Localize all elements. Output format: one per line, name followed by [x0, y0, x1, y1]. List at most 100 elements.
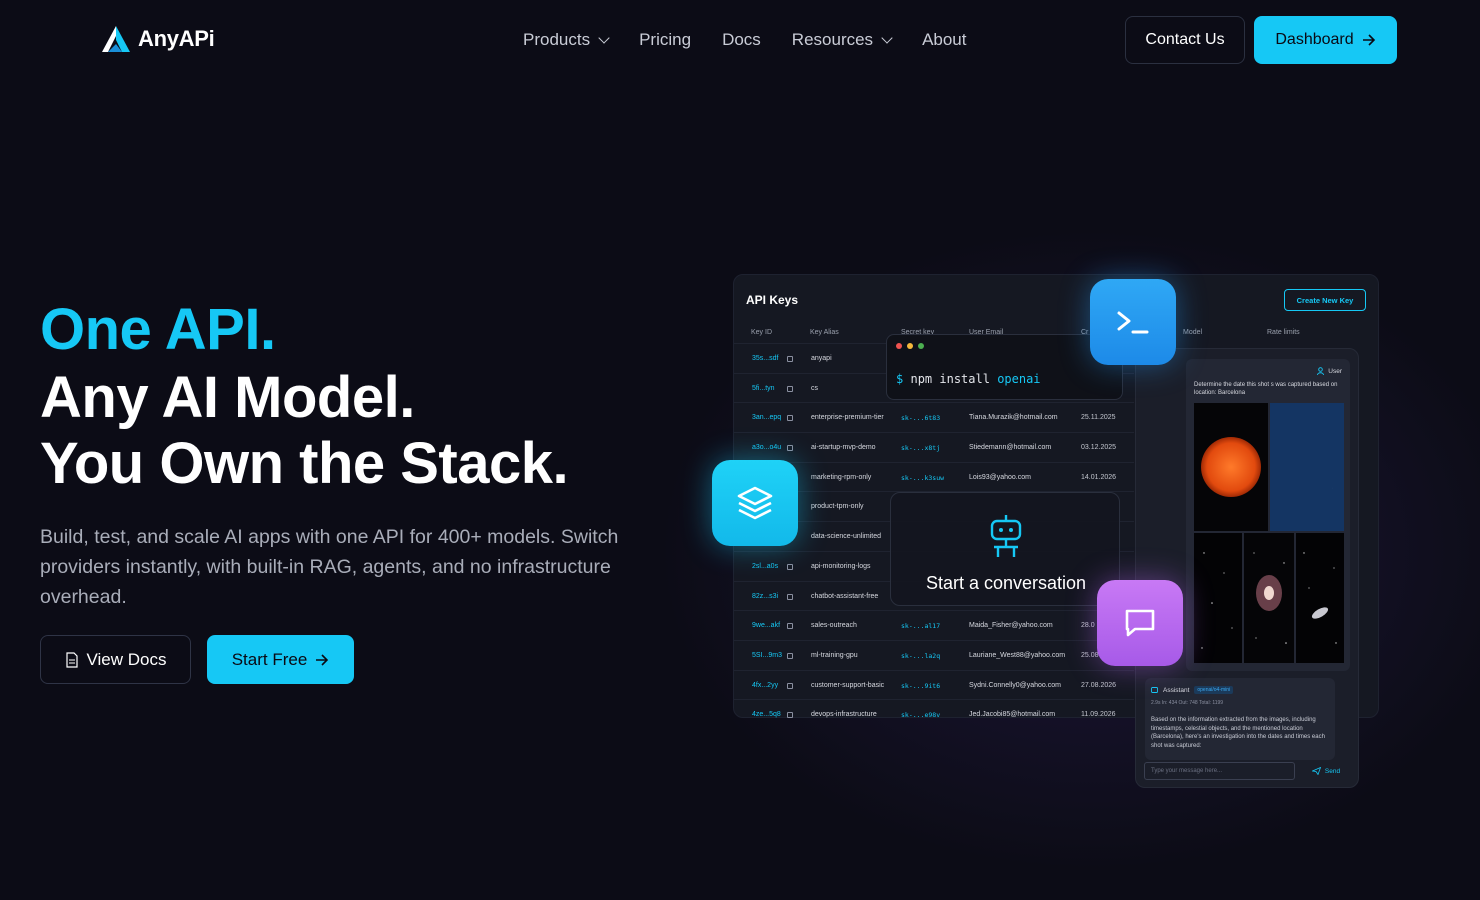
- key-alias-cell: chatbot-assistant-free: [811, 592, 879, 600]
- key-alias-cell: enterprise-premium-tier: [811, 414, 884, 422]
- col-model: Model: [1183, 329, 1203, 336]
- layers-icon: [737, 486, 773, 520]
- hero-headline-line-1: One API.: [40, 297, 276, 362]
- terminal-package: openai: [997, 372, 1041, 386]
- nav-resources[interactable]: Resources: [791, 30, 893, 50]
- nav-docs-label: Docs: [722, 30, 761, 49]
- contact-us-label: Contact Us: [1145, 31, 1225, 48]
- table-row[interactable]: 4ze...5q8 devops-infrastructure sk-...e98v…: [734, 699, 1134, 729]
- minimize-dot-icon: [907, 343, 913, 349]
- start-free-label: Start Free: [231, 649, 308, 669]
- nav-products-label: Products: [523, 30, 591, 49]
- logo-icon: [102, 26, 130, 52]
- create-new-key-button[interactable]: Create New Key: [1284, 289, 1366, 311]
- copy-icon[interactable]: [787, 563, 793, 570]
- sun-image: [1201, 437, 1261, 497]
- table-row[interactable]: 3an...epq enterprise-premium-tier sk-...6t…: [734, 402, 1134, 432]
- message-icon: [1125, 609, 1155, 637]
- table-row[interactable]: 9we...akf sales-outreach sk-...al17 Maida_F…: [734, 610, 1134, 640]
- user-icon: [1317, 367, 1325, 375]
- start-free-button[interactable]: Start Free: [207, 635, 354, 684]
- key-id-cell: a3o...o4u: [752, 444, 782, 452]
- assistant-stats: 2.9s In: 434 Out: 748 Total: 1199: [1151, 700, 1224, 706]
- view-docs-button[interactable]: View Docs: [40, 635, 191, 684]
- copy-icon[interactable]: [787, 652, 793, 659]
- col-key-alias: Key Alias: [810, 329, 839, 336]
- key-alias-cell: devops-infrastructure: [811, 711, 877, 719]
- terminal-prompt: $: [896, 372, 904, 386]
- key-id-cell: 5fi...tyn: [752, 384, 775, 392]
- copy-icon[interactable]: [787, 712, 793, 719]
- terminal-tile: [1090, 279, 1176, 365]
- assistant-label: Assistant: [1163, 686, 1190, 694]
- robot-icon: [990, 515, 1022, 557]
- main-menu: Products Pricing Docs Resources About: [523, 30, 998, 50]
- user-email-cell: Stiedemann@hotmail.com: [969, 444, 1052, 452]
- bot-icon: [1151, 687, 1158, 693]
- created-date-cell: 11.09.2026: [1081, 711, 1116, 719]
- start-conversation-label: Start a conversation: [925, 573, 1087, 593]
- user-email-cell: Sydni.Connelly0@yahoo.com: [969, 681, 1061, 689]
- key-id-cell: 4ze...5q8: [752, 711, 781, 719]
- key-alias-cell: product-tpm-only: [811, 503, 864, 511]
- copy-icon[interactable]: [787, 415, 793, 422]
- table-row[interactable]: a3o...o4u ai-startup-mvp-demo sk-...x8tj St…: [734, 432, 1134, 462]
- key-alias-cell: cs: [811, 384, 818, 392]
- terminal-card: $ npm install openai: [886, 334, 1123, 400]
- hero-subtitle: Build, test, and scale AI apps with one …: [40, 526, 619, 608]
- nav-resources-label: Resources: [791, 30, 874, 49]
- created-date-cell: 14.01.2026: [1081, 473, 1117, 481]
- copy-icon[interactable]: [787, 682, 793, 689]
- copy-icon[interactable]: [787, 385, 793, 392]
- nav-pricing[interactable]: Pricing: [639, 30, 691, 50]
- secret-key-cell: sk-...x8tj: [901, 444, 941, 453]
- top-nav: AnyAPi Products Pricing Docs Resources A…: [0, 0, 1480, 80]
- user-email-cell: Jed.Jacobi85@hotmail.com: [969, 711, 1056, 719]
- copy-icon[interactable]: [787, 445, 793, 452]
- created-date-cell: 25.08: [1081, 651, 1099, 659]
- table-row[interactable]: 4fx...2yy customer-support-basic sk-...9it…: [734, 669, 1134, 700]
- contact-us-button[interactable]: Contact Us: [1125, 16, 1245, 64]
- dashboard-label: Dashboard: [1275, 31, 1354, 48]
- key-id-cell: 5SI...9m3: [752, 651, 782, 659]
- chat-message-input[interactable]: Type your message here...: [1144, 762, 1295, 780]
- brand-name: AnyAPi: [138, 26, 215, 51]
- maximize-dot-icon: [918, 343, 924, 349]
- secret-key-cell: sk-...9it6: [901, 681, 941, 690]
- copy-icon[interactable]: [787, 623, 793, 630]
- hero-headline-line-2: Any AI Model.: [40, 365, 415, 430]
- chevron-down-icon: [598, 31, 610, 44]
- chat-tile: [1097, 580, 1183, 666]
- panel-title: API Keys: [746, 293, 799, 307]
- assistant-model-badge: openai/o4-mini: [1194, 686, 1234, 694]
- copy-icon[interactable]: [787, 593, 793, 600]
- key-id-cell: 2sl...a0s: [752, 562, 779, 570]
- key-id-cell: 9we...akf: [752, 622, 781, 630]
- user-question: Determine the date this shot s was captu…: [1194, 382, 1338, 396]
- key-id-cell: 4fx...2yy: [752, 681, 779, 689]
- layers-tile: [712, 460, 798, 546]
- document-icon: [65, 651, 78, 668]
- astro-images-grid: [1194, 403, 1344, 663]
- send-button[interactable]: Send: [1303, 762, 1349, 780]
- col-key-id: Key ID: [751, 329, 773, 336]
- chevron-down-icon: [881, 31, 893, 44]
- assistant-message-card: Assistant openai/o4-mini 2.9s In: 434 Ou…: [1145, 678, 1335, 760]
- table-row[interactable]: 5SI...9m3 ml-training-gpu sk-...la2q Lauria…: [734, 639, 1134, 670]
- nav-products[interactable]: Products: [523, 30, 610, 50]
- conversation-card[interactable]: Start a conversation: [890, 492, 1120, 606]
- secret-key-cell: sk-...6t83: [901, 414, 941, 423]
- logo[interactable]: AnyAPi: [100, 24, 215, 54]
- nav-pricing-label: Pricing: [639, 30, 692, 49]
- dashboard-button[interactable]: Dashboard: [1254, 16, 1397, 64]
- copy-icon[interactable]: [787, 356, 793, 362]
- nav-about[interactable]: About: [922, 30, 966, 50]
- view-docs-label: View Docs: [86, 649, 167, 669]
- terminal-command: $ npm install openai: [896, 372, 1041, 386]
- key-alias-cell: data-science-unlimited: [811, 533, 882, 541]
- created-date-cell: 03.12.2025: [1081, 444, 1117, 452]
- secret-key-cell: sk-...la2q: [901, 651, 941, 660]
- send-label: Send: [1324, 767, 1341, 775]
- nav-about-label: About: [922, 30, 967, 49]
- nav-docs[interactable]: Docs: [722, 30, 761, 50]
